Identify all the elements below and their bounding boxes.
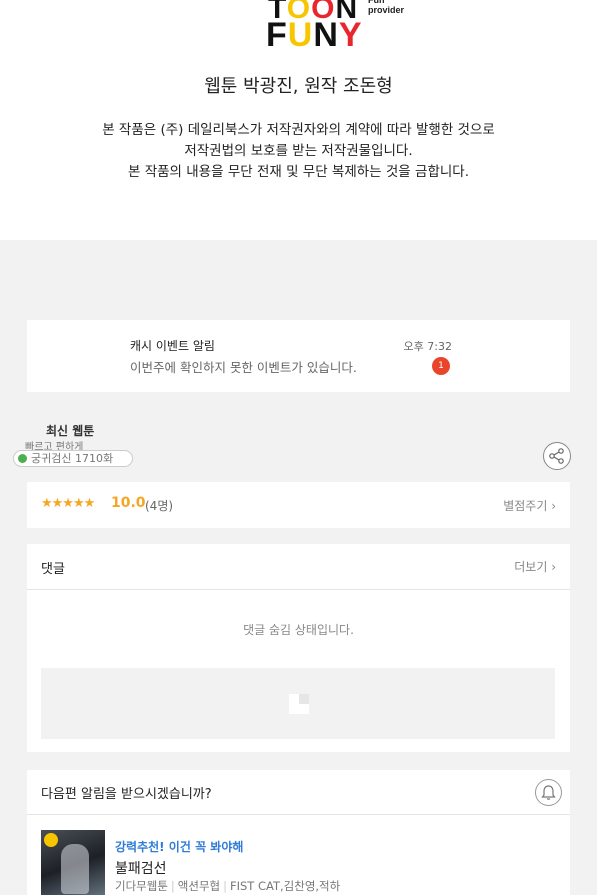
- divider: [27, 814, 570, 815]
- comments-title: 댓글: [41, 562, 65, 577]
- rating-bar: ★★★★★ 10.0 (4명) 별점주기 ›: [27, 482, 570, 528]
- bell-icon: [541, 785, 556, 800]
- logo-tagline: Fun provider: [368, 0, 405, 15]
- push-time: 오후 7:32: [403, 340, 452, 353]
- divider: [27, 589, 570, 590]
- rating-score: 10.0: [111, 495, 146, 511]
- logo-line2: FUNY: [266, 16, 363, 54]
- push-title: 캐시 이벤트 알림: [130, 339, 215, 353]
- push-body: 이번주에 확인하지 못한 이벤트가 있습니다.: [130, 360, 357, 375]
- latest-title: 최신 웹툰: [46, 424, 95, 438]
- copyright-notice: 본 작품은 (주) 데일리북스가 저작권자와의 계약에 따라 발행한 것으로 저…: [102, 122, 495, 180]
- comments-more-button[interactable]: 더보기 ›: [514, 558, 556, 575]
- recommended-thumbnail[interactable]: [41, 830, 105, 895]
- rating-stars: ★★★★★: [41, 496, 95, 511]
- comments-section: 댓글 더보기 › 댓글 숨김 상태입니다.: [27, 544, 570, 752]
- comments-hidden-message: 댓글 숨김 상태입니다.: [243, 623, 354, 637]
- next-episode-section: 다음편 알림을 받으시겠습니까? 강력추천! 이건 꼭 봐야해 불패검선 기다무…: [27, 770, 570, 895]
- rating-count: (4명): [145, 499, 174, 513]
- search-text: 궁귀검신 1710화: [31, 452, 114, 465]
- recommend-title[interactable]: 불패검선: [115, 858, 167, 878]
- clock-badge-icon: [44, 833, 58, 847]
- push-badge: 1: [432, 357, 450, 375]
- next-alert-title: 다음편 알림을 받으시겠습니까?: [41, 787, 212, 802]
- google-icon: [18, 454, 27, 463]
- credit-text: 웹툰 박광진, 원작 조돈형: [204, 76, 393, 97]
- ad-slot[interactable]: [41, 668, 555, 739]
- toonfuny-logo[interactable]: TOON Fun provider FUNY: [262, 0, 412, 58]
- ad-placeholder-icon: [289, 694, 309, 714]
- header-section: TOON Fun provider FUNY 웹툰 박광진, 원작 조돈형 본 …: [0, 0, 597, 240]
- latest-webtoon-widget[interactable]: 최신 웹툰 빠르고 편하게 궁귀검신 1710화: [13, 420, 138, 470]
- rate-button[interactable]: 별점주기 ›: [503, 497, 556, 514]
- share-button[interactable]: [543, 442, 571, 470]
- push-notification[interactable]: 캐시 이벤트 알림 오후 7:32 이번주에 확인하지 못한 이벤트가 있습니다…: [27, 320, 570, 392]
- thumbnail-figure: [61, 844, 89, 894]
- share-icon: [549, 448, 564, 464]
- bell-button[interactable]: [535, 779, 562, 806]
- recommend-meta: 기다무웹툰 | 액션무협 | FIST CAT,김찬영,적하: [115, 879, 341, 893]
- google-search-pill[interactable]: 궁귀검신 1710화: [13, 450, 133, 467]
- recommend-tag[interactable]: 강력추천! 이건 꼭 봐야해: [115, 838, 243, 855]
